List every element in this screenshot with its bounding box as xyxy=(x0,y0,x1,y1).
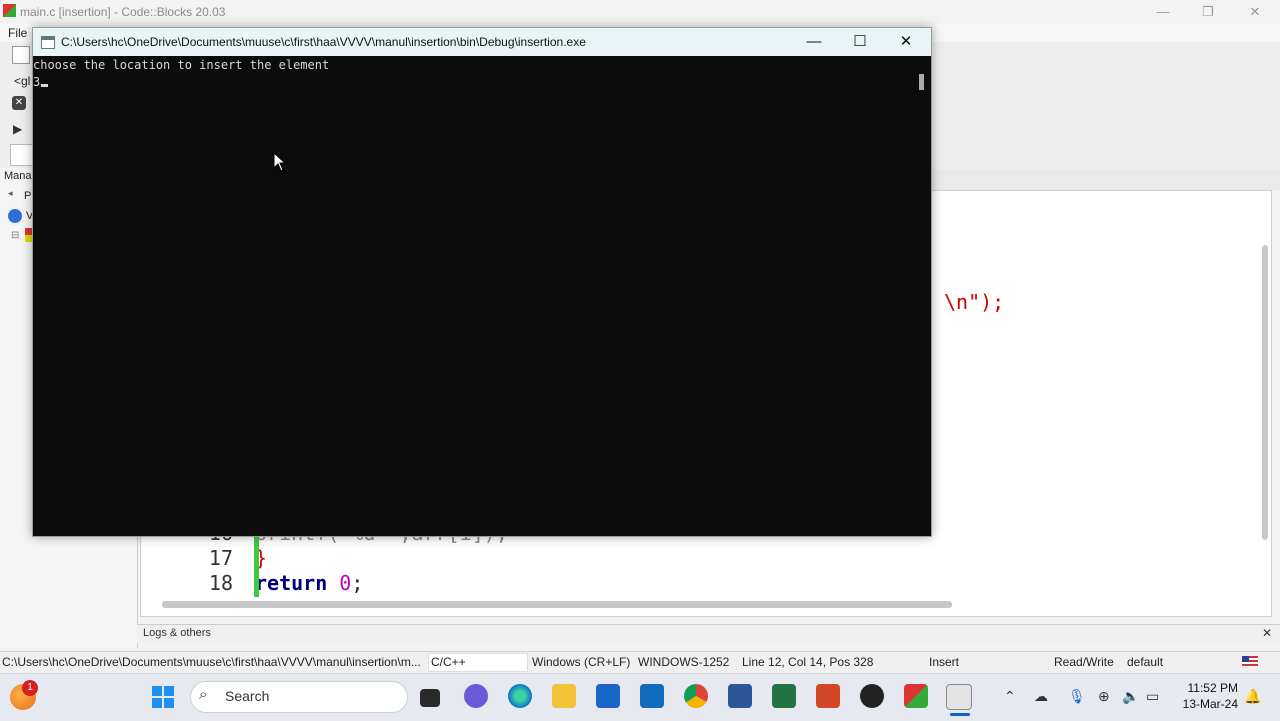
clock-time: 11:52 PM xyxy=(1187,681,1238,695)
menu-file[interactable]: File xyxy=(8,26,27,40)
taskbar-search[interactable] xyxy=(190,681,408,713)
logs-label[interactable]: Logs & others xyxy=(143,627,211,639)
microphone-icon[interactable]: 🎙 xyxy=(1068,688,1086,705)
notifications-bell-icon[interactable]: 🔔 xyxy=(1244,688,1261,705)
search-icon: ⌕ xyxy=(199,686,208,703)
console-maximize-button[interactable]: ☐ xyxy=(837,28,883,56)
console-minimize-button[interactable]: — xyxy=(791,28,837,56)
powerpoint-icon[interactable] xyxy=(816,684,840,708)
file-explorer-icon[interactable] xyxy=(552,684,576,708)
mouse-pointer-icon xyxy=(273,152,287,172)
toolbar-global-fragment[interactable]: <gl xyxy=(14,74,30,88)
status-eol: Windows (CR+LF) xyxy=(532,655,631,669)
windows-start-icon[interactable] xyxy=(152,686,174,708)
status-profile: default xyxy=(1127,655,1164,669)
status-access: Read/Write xyxy=(1054,655,1114,669)
new-file-icon[interactable] xyxy=(12,46,30,64)
tree-collapse-icon[interactable]: ⊟ xyxy=(11,230,19,241)
word-icon[interactable] xyxy=(728,684,752,708)
codeblocks-window-title: main.c [insertion] - Code::Blocks 20.03 xyxy=(20,5,226,19)
editor-vertical-scrollbar[interactable] xyxy=(1262,245,1268,540)
clock-date: 13-Mar-24 xyxy=(1182,697,1238,711)
abort-icon[interactable]: ✕ xyxy=(12,96,26,110)
run-icon[interactable]: ▶ xyxy=(13,122,22,136)
console-close-button[interactable]: ✕ xyxy=(883,28,929,56)
logs-panel-header xyxy=(137,624,1280,643)
codeblocks-taskbar-icon[interactable] xyxy=(904,684,928,708)
network-icon[interactable]: ⊕ xyxy=(1098,688,1110,705)
codeblocks-minimize-button[interactable]: — xyxy=(1148,2,1178,22)
excel-icon[interactable] xyxy=(772,684,796,708)
status-position: Line 12, Col 14, Pos 328 xyxy=(742,655,874,669)
line-number: 17 xyxy=(208,546,233,570)
editor-tab-area xyxy=(930,170,1280,190)
console-window[interactable]: C:\Users\hc\OneDrive\Documents\muuse\c\f… xyxy=(32,27,932,537)
management-tab-projects[interactable]: P xyxy=(24,190,31,202)
keyword-return: return xyxy=(255,571,328,595)
panel-left-arrow-icon[interactable]: ◂ xyxy=(8,188,13,199)
codeblocks-close-button[interactable]: ✕ xyxy=(1240,2,1270,22)
status-file-path: C:\Users\hc\OneDrive\Documents\muuse\c\f… xyxy=(2,655,421,669)
code-fragment: \n"); xyxy=(944,290,1004,314)
workspace-icon xyxy=(8,209,22,223)
toolbar-input[interactable] xyxy=(10,144,34,166)
search-placeholder: Search xyxy=(225,688,270,704)
logs-close-icon[interactable]: ✕ xyxy=(1262,626,1272,640)
semicolon: ; xyxy=(351,571,364,595)
taskbar-clock[interactable]: 11:52 PM 13-Mar-24 xyxy=(1178,680,1238,712)
chrome-icon[interactable] xyxy=(684,684,708,708)
console-app-icon xyxy=(41,36,55,49)
console-output[interactable]: choose the location to insert the elemen… xyxy=(33,56,913,536)
console-title: C:\Users\hc\OneDrive\Documents\muuse\c\f… xyxy=(61,35,586,49)
console-cursor xyxy=(41,84,48,87)
console-taskbar-icon[interactable] xyxy=(946,684,972,710)
us-flag-icon xyxy=(1242,656,1258,667)
volume-icon[interactable]: 🔈 xyxy=(1122,688,1139,705)
task-view-icon[interactable] xyxy=(420,689,440,707)
active-app-indicator xyxy=(950,713,970,716)
status-encoding: WINDOWS-1252 xyxy=(638,655,730,669)
code-line-18: 18 return 0; xyxy=(145,570,545,596)
codeblocks-restore-button[interactable]: ❐ xyxy=(1193,2,1223,22)
status-insert-mode: Insert xyxy=(929,655,960,669)
teams-chat-icon[interactable] xyxy=(464,684,488,708)
return-value: 0 xyxy=(339,571,352,595)
status-language: C/C++ xyxy=(431,655,466,669)
mail-icon[interactable] xyxy=(640,684,664,708)
editor-horizontal-scrollbar[interactable] xyxy=(162,601,952,608)
console-scrollbar-thumb[interactable] xyxy=(919,74,924,90)
console-input-line: 3 xyxy=(33,75,41,89)
microsoft-store-icon[interactable] xyxy=(596,684,620,708)
line-number: 18 xyxy=(208,571,233,595)
battery-icon[interactable]: ▭ xyxy=(1146,688,1159,705)
codeblocks-logo-icon xyxy=(3,4,16,17)
edge-browser-icon[interactable] xyxy=(508,684,532,708)
console-line: choose the location to insert the elemen… xyxy=(33,58,330,72)
tray-overflow-icon[interactable]: ⌃ xyxy=(1004,688,1016,705)
console-scrollbar[interactable] xyxy=(913,56,931,536)
onedrive-icon[interactable]: ☁ xyxy=(1034,688,1048,705)
console-titlebar[interactable]: C:\Users\hc\OneDrive\Documents\muuse\c\f… xyxy=(33,28,931,56)
code-string-end: \n"); xyxy=(944,290,1005,314)
obs-icon[interactable] xyxy=(860,684,884,708)
change-bar xyxy=(254,535,259,597)
notification-badge: 1 xyxy=(22,680,38,696)
code-line-17: 17} xyxy=(145,545,545,571)
